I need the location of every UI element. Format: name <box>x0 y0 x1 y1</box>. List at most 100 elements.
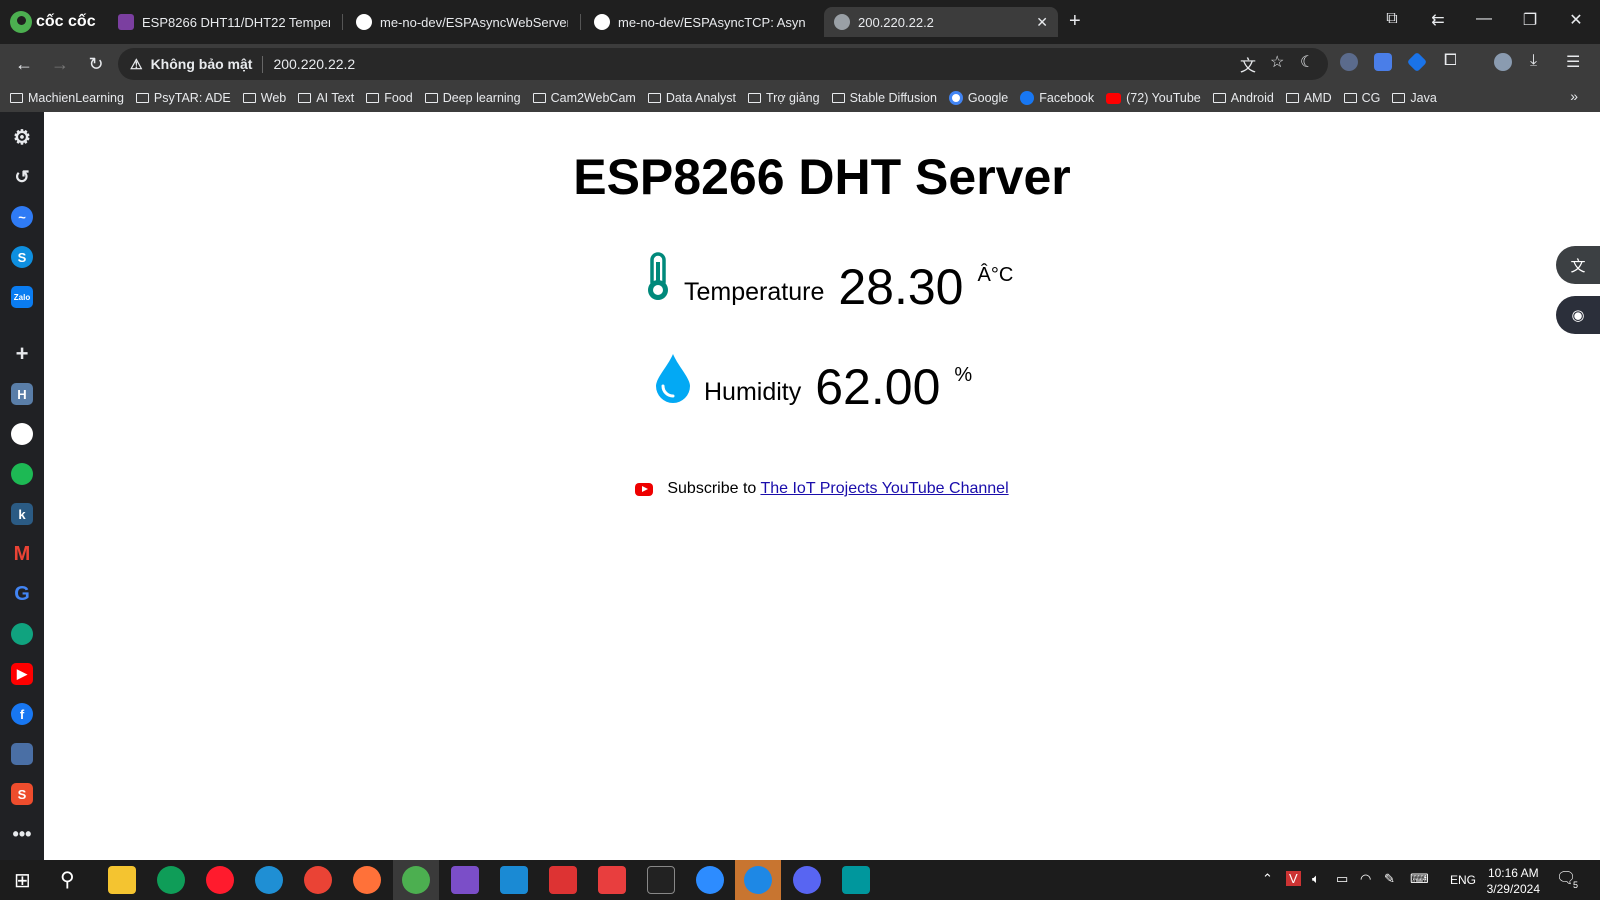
anydesk-icon[interactable] <box>598 866 626 894</box>
more-bookmarks-chevron-icon[interactable]: » <box>1570 88 1578 104</box>
profile-avatar[interactable] <box>1494 53 1512 71</box>
bookmark-google[interactable]: Google <box>948 91 1008 105</box>
bookmark-star-icon[interactable]: ☆ <box>1270 52 1284 72</box>
firefox-icon[interactable] <box>353 866 381 894</box>
extensions-puzzle-icon[interactable]: ⧠ <box>1444 52 1457 70</box>
restore-button[interactable]: ❐ <box>1520 10 1540 30</box>
battery-icon[interactable]: ▭ <box>1336 871 1348 887</box>
messenger-icon[interactable]: ~ <box>11 206 33 228</box>
windows-start-icon[interactable]: ⊞ <box>14 868 31 893</box>
edge-dev-icon[interactable] <box>157 866 185 894</box>
tab-active-page[interactable]: 200.220.22.2 ✕ <box>824 7 1058 37</box>
search-icon[interactable]: ⚲ <box>60 867 75 892</box>
close-window-button[interactable]: ✕ <box>1566 10 1586 30</box>
more-apps-icon[interactable]: ••• <box>11 823 33 845</box>
antivirus-icon[interactable]: V <box>1286 871 1301 886</box>
k-app-icon[interactable]: k <box>11 503 33 525</box>
tab-separator <box>580 14 581 30</box>
bookmark-folder[interactable]: Web <box>242 91 286 105</box>
zalo-icon[interactable]: Zalo <box>11 286 33 308</box>
gmail-icon[interactable]: M <box>11 543 33 565</box>
tab-espasyncwebserver[interactable]: me-no-dev/ESPAsyncWebServer: / <box>346 7 578 37</box>
file-explorer-icon[interactable] <box>108 866 136 894</box>
security-indicator[interactable]: ⚠ Không bảo mật <box>130 55 264 73</box>
ai-assistant-icon[interactable]: ◉ <box>1556 296 1600 334</box>
bookmark-folder[interactable]: MachienLearning <box>10 91 124 105</box>
forward-button[interactable]: → <box>48 52 72 76</box>
spotify-icon[interactable] <box>11 463 33 485</box>
translate-icon[interactable]: 文 <box>1240 52 1256 76</box>
bookmark-folder[interactable]: Deep learning <box>424 91 521 105</box>
language-indicator[interactable]: ENG <box>1450 873 1476 887</box>
tab-espasynctcp[interactable]: me-no-dev/ESPAsyncTCP: Async T <box>584 7 816 37</box>
bookmark-label: AI Text <box>316 91 355 105</box>
bookmark-folder[interactable]: CG <box>1343 91 1381 105</box>
youtube-icon[interactable]: ▶ <box>11 663 33 685</box>
back-button[interactable]: ← <box>12 52 36 76</box>
bookmark-folder[interactable]: Food <box>366 91 413 105</box>
tab-esp8266-tutorial[interactable]: ESP8266 DHT11/DHT22 Temperat <box>108 7 340 37</box>
tab-search-icon[interactable]: ⇇ <box>1428 10 1448 30</box>
show-hidden-icons-chevron-icon[interactable]: ⌃ <box>1262 871 1273 887</box>
bookmark-folder[interactable]: Cam2WebCam <box>532 91 636 105</box>
discord-icon[interactable] <box>793 866 821 894</box>
translate-widget-icon[interactable]: 文 <box>1556 246 1600 284</box>
bookmark-folder[interactable]: Android <box>1212 91 1274 105</box>
bookmark-folder[interactable]: Trợ giảng <box>748 91 820 105</box>
google-icon[interactable]: G <box>11 583 33 605</box>
screenshot-search-icon[interactable]: ⧉ <box>1382 10 1402 28</box>
reload-button[interactable]: ↻ <box>84 52 108 76</box>
chatgpt-icon[interactable] <box>11 623 33 645</box>
download-icon[interactable]: ⤓ <box>1530 52 1537 70</box>
menu-icon[interactable]: ☰ <box>1566 52 1580 72</box>
bookmark-folder[interactable]: PsyTAR: ADE <box>135 91 231 105</box>
settings-gear-icon[interactable]: ⚙ <box>11 126 33 149</box>
bookmark-folder[interactable]: AI Text <box>298 91 354 105</box>
address-bar[interactable]: ⚠ Không bảo mật 200.220.22.2 <box>118 48 1328 80</box>
minimize-button[interactable]: — <box>1474 10 1494 28</box>
chrome-icon[interactable] <box>304 866 332 894</box>
bookmark-facebook[interactable]: Facebook <box>1020 91 1094 105</box>
visual-studio-icon[interactable] <box>451 866 479 894</box>
skype-icon[interactable]: S <box>11 246 33 268</box>
files-app-icon[interactable] <box>11 743 33 765</box>
bookmark-label: Java <box>1410 91 1437 105</box>
new-tab-button[interactable]: + <box>1069 10 1081 33</box>
pen-icon[interactable]: ✎ <box>1384 871 1395 887</box>
url-text[interactable]: 200.220.22.2 <box>263 56 355 72</box>
terminal-icon[interactable] <box>647 866 675 894</box>
atom-extension-icon[interactable] <box>1340 53 1358 71</box>
dark-mode-icon[interactable]: ☾ <box>1300 52 1314 72</box>
wifi-icon[interactable]: ◠ <box>1360 871 1371 887</box>
opera-icon[interactable] <box>206 866 234 894</box>
app-icon[interactable] <box>549 866 577 894</box>
close-tab-icon[interactable]: ✕ <box>1036 14 1048 31</box>
settings-app-icon[interactable] <box>744 866 772 894</box>
coccoc-logo[interactable]: cốc cốc <box>10 10 96 34</box>
edge-icon[interactable] <box>255 866 283 894</box>
vscode-icon[interactable] <box>500 866 528 894</box>
history-icon[interactable]: ↺ <box>11 166 33 188</box>
volume-icon[interactable]: 🔈︎ <box>1312 871 1320 887</box>
keyboard-icon[interactable]: ⌨ <box>1410 871 1429 887</box>
bookmark-youtube[interactable]: (72) YouTube <box>1106 91 1201 105</box>
bookmark-folder[interactable]: AMD <box>1285 91 1332 105</box>
shield-extension-icon[interactable] <box>1406 51 1428 73</box>
github-icon[interactable] <box>11 423 33 445</box>
bookmark-label: CG <box>1361 91 1381 105</box>
system-clock[interactable]: 10:16 AM 3/29/2024 <box>1487 865 1540 897</box>
bookmark-folder[interactable]: Java <box>1392 91 1437 105</box>
youtube-channel-link[interactable]: The IoT Projects YouTube Channel <box>760 480 1008 497</box>
google-translate-extension-icon[interactable] <box>1374 53 1392 71</box>
h-app-icon[interactable]: H <box>11 383 33 405</box>
thermometer-icon <box>648 252 668 300</box>
remote-desktop-icon[interactable] <box>696 866 724 894</box>
tab-label: me-no-dev/ESPAsyncTCP: Async T <box>618 14 806 30</box>
add-sidebar-app-icon[interactable]: + <box>11 341 33 366</box>
shopee-icon[interactable]: S <box>11 783 33 805</box>
bookmark-folder[interactable]: Stable Diffusion <box>831 91 937 105</box>
facebook-icon[interactable]: f <box>11 703 33 725</box>
bookmark-folder[interactable]: Data Analyst <box>647 91 736 105</box>
coccoc-taskbar-icon[interactable] <box>402 866 430 894</box>
arduino-ide-icon[interactable] <box>842 866 870 894</box>
